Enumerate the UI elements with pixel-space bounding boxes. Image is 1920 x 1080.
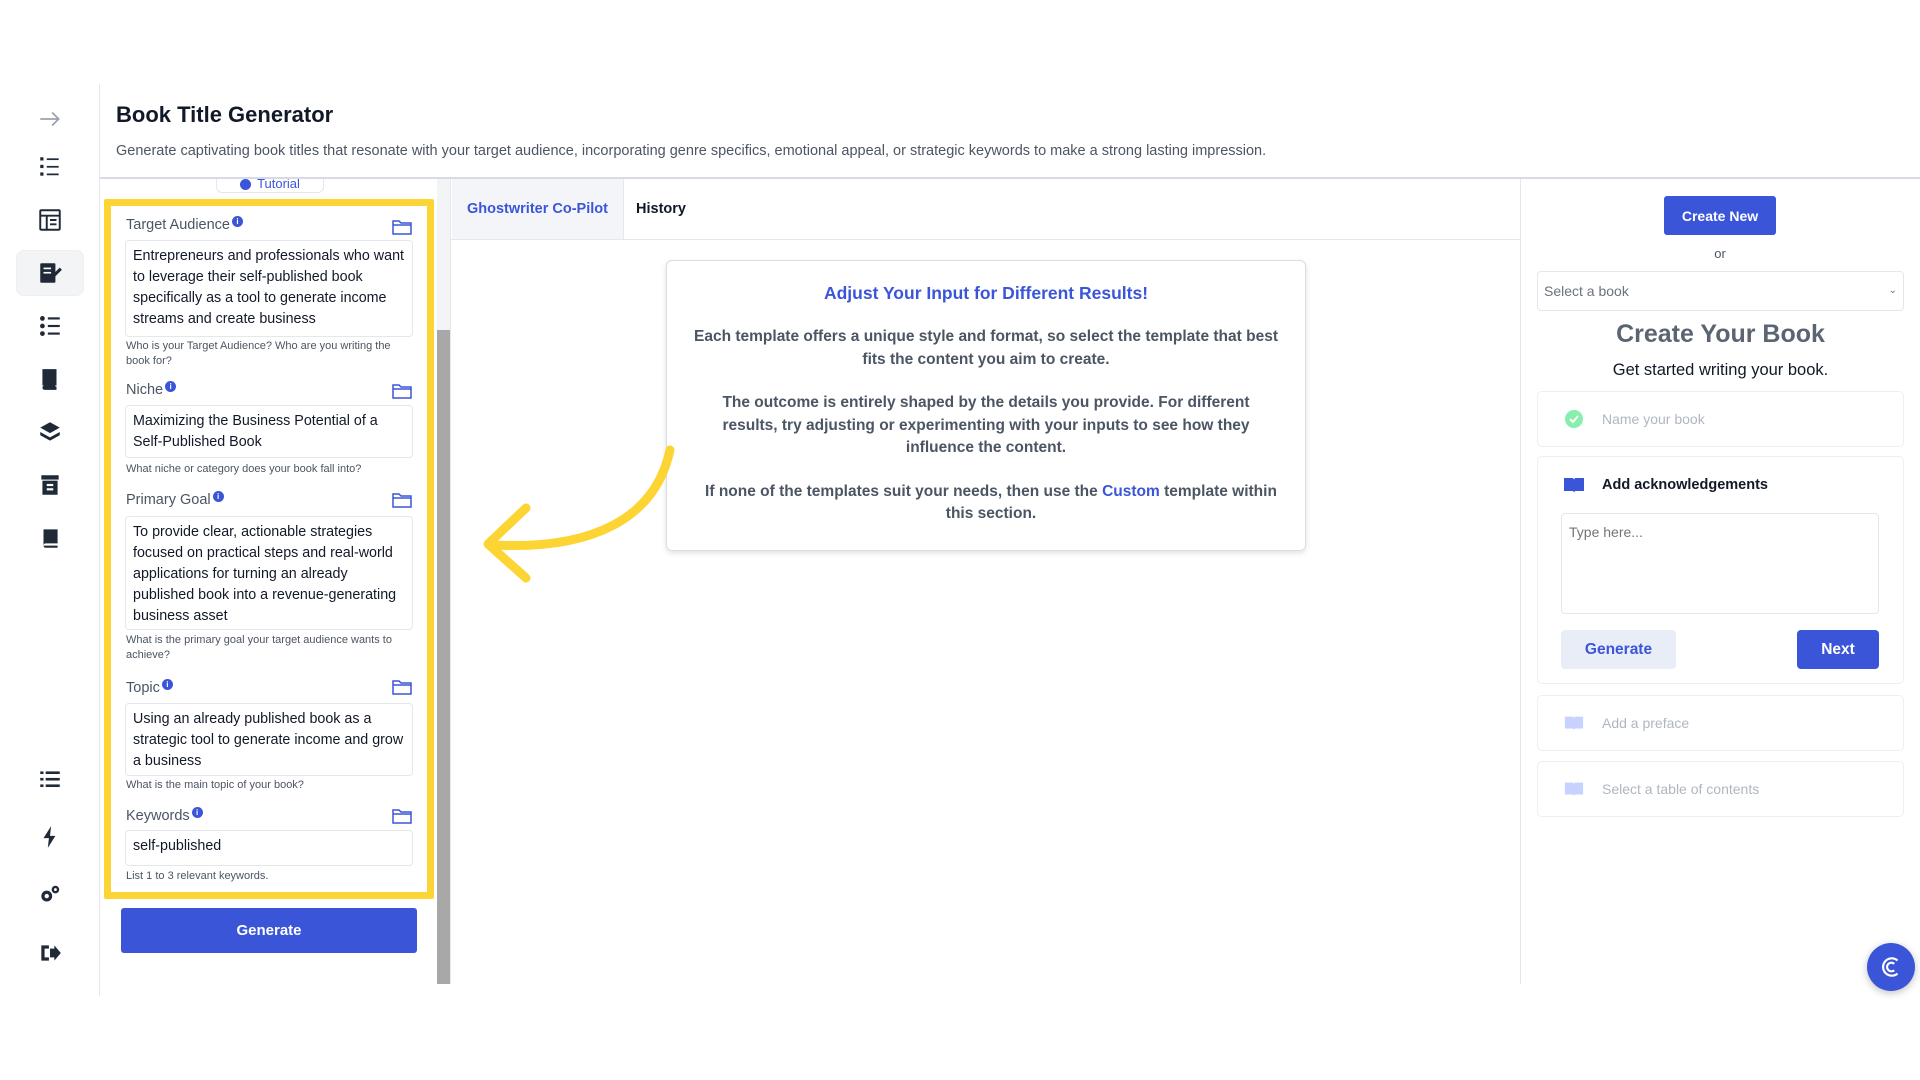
acknowledgements-generate-button[interactable]: Generate [1561, 630, 1676, 669]
step-preface[interactable]: Add a preface [1537, 695, 1904, 751]
info-card-paragraph: Each template offers a unique style and … [694, 328, 1278, 368]
page-title: Book Title Generator [116, 102, 334, 127]
tab-divider [450, 239, 1521, 240]
lightning-icon[interactable] [16, 814, 84, 860]
arrow-right-icon[interactable] [16, 96, 84, 142]
numbered-list-icon[interactable] [16, 144, 84, 190]
document-grid-icon[interactable] [16, 197, 84, 243]
logout-icon[interactable] [16, 930, 84, 976]
list-icon[interactable] [16, 756, 84, 802]
create-book-title: Create Your Book [1616, 320, 1825, 348]
info-card: Adjust Your Input for Different Results!… [666, 260, 1306, 551]
books-icon[interactable] [16, 409, 84, 455]
form-scrollbar-thumb[interactable] [437, 330, 450, 984]
acknowledgements-input[interactable] [1561, 513, 1879, 614]
chevron-down-icon: ⌄ [1888, 285, 1897, 296]
form-highlight-frame [104, 199, 434, 899]
icon-sidebar [0, 84, 100, 996]
custom-template-link[interactable]: Custom [1102, 483, 1160, 500]
info-card-paragraph: The outcome is entirely shaped by the de… [722, 394, 1250, 456]
book-icon[interactable] [16, 515, 84, 561]
book-select[interactable]: Select a book ⌄ [1537, 271, 1904, 311]
step-table-of-contents[interactable]: Select a table of contents [1537, 761, 1904, 817]
step-label: Select a table of contents [1602, 781, 1760, 797]
next-button[interactable]: Next [1797, 630, 1879, 669]
step-label: Name your book [1602, 411, 1705, 427]
tutorial-tab[interactable]: Tutorial [216, 179, 324, 193]
step-label: Add a preface [1602, 715, 1690, 731]
checklist-icon[interactable] [16, 303, 84, 349]
settings-gears-icon[interactable] [16, 872, 84, 918]
archive-icon[interactable] [16, 462, 84, 508]
create-book-subtitle: Get started writing your book. [1612, 361, 1829, 379]
play-icon [240, 179, 252, 190]
tab-history[interactable]: History [624, 179, 698, 239]
edit-document-icon[interactable] [16, 250, 84, 296]
page-subtitle: Generate captivating book titles that re… [116, 143, 1267, 159]
open-book-icon [1564, 478, 1584, 493]
chat-widget-icon [1882, 957, 1899, 977]
book-stack-icon[interactable] [16, 356, 84, 402]
tutorial-label: Tutorial [257, 179, 300, 191]
step-label: Add acknowledgements [1602, 477, 1768, 493]
create-new-button[interactable]: Create New [1664, 196, 1776, 235]
generate-button[interactable]: Generate [121, 908, 417, 953]
check-circle-icon [1565, 410, 1583, 428]
book-select-value: Select a book [1544, 283, 1629, 299]
or-separator: or [1714, 246, 1726, 261]
open-book-icon [1564, 782, 1584, 797]
info-card-paragraph: If none of the templates suit your needs… [705, 482, 1277, 523]
step-name-book[interactable]: Name your book [1537, 391, 1904, 447]
chat-widget-button[interactable] [1867, 943, 1915, 991]
pointer-arrow-icon [483, 445, 675, 583]
open-book-icon [1564, 716, 1584, 731]
info-card-title: Adjust Your Input for Different Results! [823, 283, 1149, 303]
tab-ghostwriter-co-pilot[interactable]: Ghostwriter Co-Pilot [452, 179, 624, 239]
